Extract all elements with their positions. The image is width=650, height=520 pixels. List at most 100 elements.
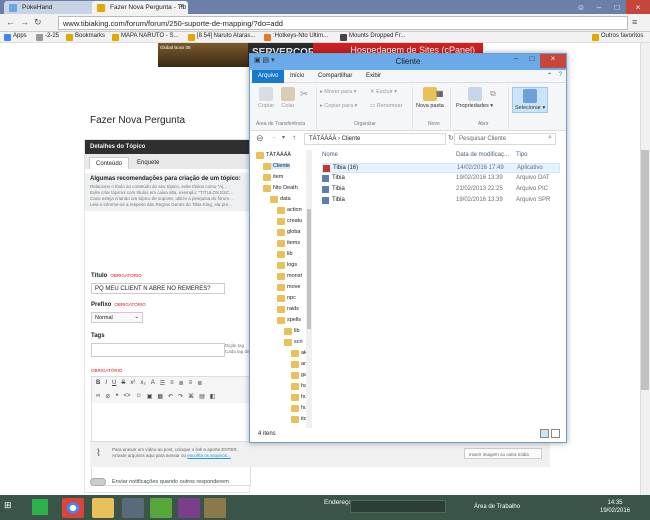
delete-button[interactable]: ✕ Excluir ▾ (370, 89, 397, 95)
tab-inicio[interactable]: Início (284, 70, 310, 83)
tree-item[interactable]: npc (277, 295, 296, 302)
prefix-select[interactable]: Normal ⌄ (91, 312, 143, 323)
file-row[interactable]: Tibia 19/02/2016 13:39 Arquivo DAT (322, 174, 560, 184)
spoiler-icon[interactable]: ◧ (210, 393, 216, 400)
tree-item[interactable]: Cliente (263, 163, 291, 170)
close-window-icon[interactable]: × (626, 0, 650, 14)
tree-item[interactable]: creatu (277, 218, 302, 225)
quote-icon[interactable]: ❝ (115, 393, 118, 400)
tree-item[interactable]: logs (277, 262, 297, 269)
tab-compartilhar[interactable]: Compartilhar (312, 70, 358, 83)
tree-item[interactable]: action (277, 207, 302, 214)
tree-item[interactable]: monst (277, 273, 302, 280)
strike-icon[interactable]: S (121, 380, 125, 387)
bookmark-mounts[interactable]: Mounts Dropped Fr... (340, 33, 405, 41)
tree-item[interactable]: hu (291, 394, 307, 401)
superscript-icon[interactable]: x² (130, 380, 135, 387)
app-icon[interactable] (122, 498, 144, 518)
file-row[interactable]: Tibia (16) 14/02/2016 17:49 Aplicativo (322, 163, 560, 173)
align-left-icon[interactable]: ≣ (179, 380, 184, 387)
bookmark-folder[interactable]: Bookmarks (66, 33, 105, 41)
copy-to-button[interactable]: ▸ Copiar para ▾ (320, 103, 357, 109)
list-icon[interactable]: ☰ (160, 380, 165, 387)
tree-item[interactable]: item (263, 174, 283, 181)
table-icon[interactable]: ▦ (157, 393, 163, 400)
url-input[interactable]: www.tibiaking.com/forum/forum/250-suport… (58, 16, 628, 30)
tab-pokehand[interactable]: PokeHand (4, 1, 96, 14)
close-tab-icon[interactable]: × (180, 3, 184, 10)
app-icon-green[interactable] (32, 499, 48, 515)
back-icon[interactable]: ⊖ (256, 133, 264, 144)
bookmark-apps[interactable]: Apps (4, 33, 27, 41)
subscript-icon[interactable]: x₂ (140, 380, 145, 387)
unlink-icon[interactable]: ⊘ (105, 393, 110, 400)
ordered-list-icon[interactable]: ≡ (170, 380, 174, 387)
tibia-icon[interactable] (204, 498, 226, 518)
cut-icon[interactable]: ✂ (300, 89, 308, 100)
details-view-icon[interactable] (540, 429, 549, 438)
align-right-icon[interactable]: ≣ (197, 380, 202, 387)
bookmark-naruto-ataras[interactable]: [8.54] Naruto Ataras... (188, 33, 255, 41)
clock[interactable]: 14:35 19/02/2016 (600, 499, 630, 515)
tree-item[interactable]: lib (277, 251, 293, 258)
forward-icon[interactable]: → (270, 134, 277, 141)
menu-icon[interactable]: ≡ (632, 17, 637, 27)
maximize-icon[interactable]: □ (608, 0, 626, 14)
forward-icon[interactable]: → (20, 17, 29, 27)
up-icon[interactable]: ↑ (292, 133, 296, 142)
other-bookmarks[interactable]: Outros favoritos (592, 33, 643, 41)
bookmark-hotkeys[interactable]: :Hotkeys-Nto Ultim... (264, 33, 328, 41)
tree-item[interactable]: move (277, 284, 300, 291)
new-item-icon[interactable]: ▦ (436, 89, 444, 98)
chrome-icon[interactable] (62, 498, 84, 518)
tree-item[interactable]: data (270, 196, 291, 203)
search-input[interactable]: Pesquisar Cliente (454, 133, 556, 145)
desktop-toolbar[interactable]: Área de Trabalho (474, 504, 520, 510)
code-icon[interactable]: <> (124, 393, 131, 400)
notify-toggle[interactable] (90, 478, 106, 486)
tab-exibir[interactable]: Exibir (360, 70, 387, 83)
color-icon[interactable]: A (151, 380, 155, 387)
file-row[interactable]: Tibia 21/02/2013 22:25 Arquivo PIC (322, 185, 560, 195)
move-to-button[interactable]: ▸ Mover para ▾ (320, 89, 356, 95)
tree-item[interactable]: TÄTÄÄÄÄ (256, 152, 291, 159)
address-toolbar-input[interactable] (350, 500, 446, 513)
minimize-icon[interactable]: – (508, 54, 524, 68)
underline-icon[interactable]: U (112, 380, 116, 387)
reload-icon[interactable]: ↻ (34, 17, 42, 28)
copy-button[interactable]: Copiar (258, 87, 274, 109)
tree-item[interactable]: items (277, 240, 300, 247)
tree-item[interactable]: ar (291, 361, 306, 368)
tab-enquete[interactable]: Enquete (131, 157, 165, 169)
quick-access-toolbar[interactable]: ▣ ▤ ▾ (254, 56, 275, 64)
file-explorer-icon[interactable] (92, 498, 114, 518)
insert-media-button[interactable]: Inserir imagem ou outra mídia (464, 448, 542, 459)
media-icon[interactable]: ▣ (147, 393, 153, 400)
title-input[interactable]: PQ MEU CLIENT N ABRE NO REMERES? (91, 283, 225, 294)
undo-icon[interactable]: ↶ (168, 393, 173, 400)
breadcrumb[interactable]: TÄTÄÄÄÄ › Cliente (304, 133, 446, 145)
tree-item[interactable]: ga (291, 372, 307, 379)
align-center-icon[interactable]: ≡ (189, 380, 193, 387)
tab-fazer-nova-pergunta[interactable]: Fazer Nova Pergunta - Tib × (92, 1, 188, 14)
bold-icon[interactable]: B (96, 380, 100, 387)
tree-item[interactable]: itc (291, 416, 307, 423)
utorrent-icon[interactable] (150, 498, 172, 518)
maximize-icon[interactable]: □ (524, 54, 540, 68)
choose-files-link[interactable]: escolha os arquivos... (187, 453, 231, 458)
bookmark-mapa-naruto[interactable]: MAPA NARUTO - S... (112, 33, 178, 41)
tree-item[interactable]: ak (291, 350, 307, 357)
bookmark-2-25[interactable]: -2-25 (36, 33, 59, 41)
redo-icon[interactable]: ↷ (178, 393, 183, 400)
minimize-icon[interactable]: – (590, 0, 608, 14)
emoji-icon[interactable]: ☺ (136, 393, 142, 400)
tags-input[interactable] (91, 343, 225, 357)
tab-arquivo[interactable]: Arquivo (252, 70, 285, 83)
tree-scroll-thumb[interactable] (307, 209, 311, 329)
tree-item[interactable]: spells (277, 317, 301, 324)
expand-ribbon-icon[interactable]: ⌃ (547, 72, 552, 79)
properties-button[interactable]: Propriedades ▾ (456, 87, 493, 109)
large-icons-view-icon[interactable] (551, 429, 560, 438)
source-icon[interactable]: ⌘ (188, 393, 194, 400)
tree-item[interactable]: lib (284, 328, 300, 335)
